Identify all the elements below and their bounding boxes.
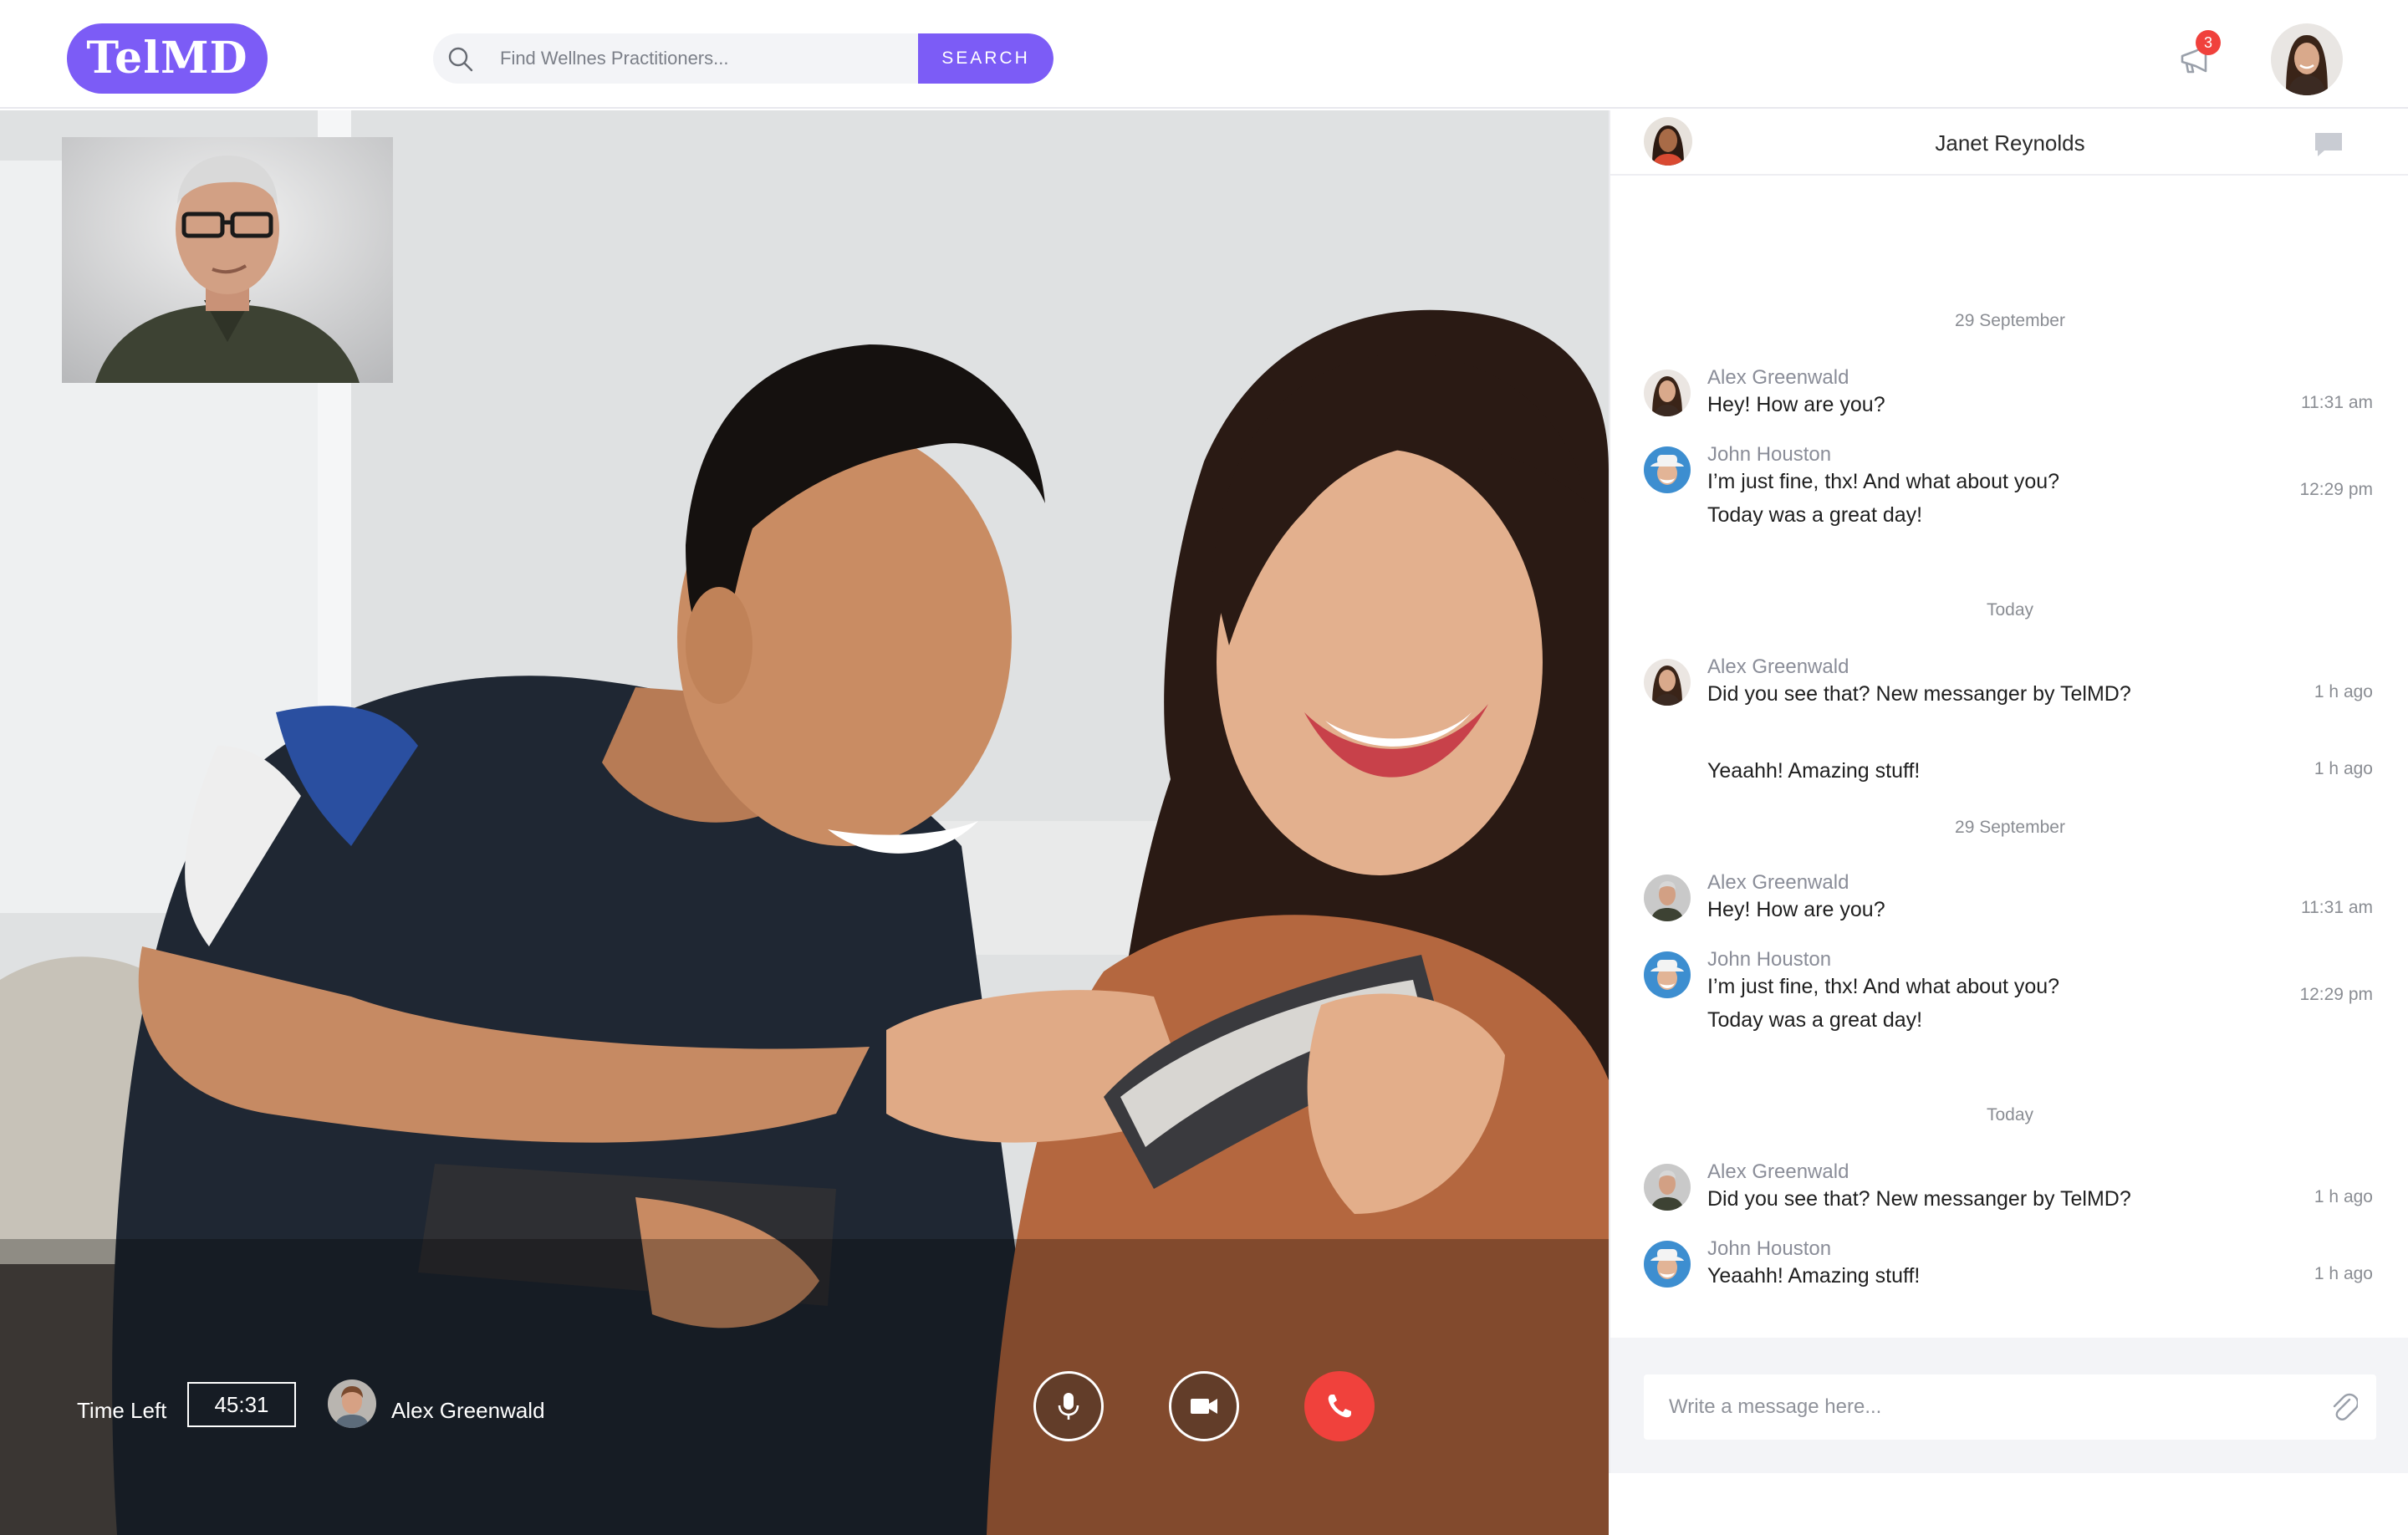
message-text: I’m just fine, thx! And what about you? — [1707, 975, 2060, 998]
message-timestamp: 1 h ago — [2314, 1187, 2373, 1206]
notification-badge: 3 — [2196, 30, 2221, 55]
message-text: I’m just fine, thx! And what about you? — [1707, 470, 2060, 493]
phone-icon — [1328, 1395, 1351, 1418]
message-text: Yeaahh! Amazing stuff! — [1707, 1264, 1921, 1288]
message-avatar — [1644, 1241, 1691, 1288]
microphone-button[interactable] — [1033, 1371, 1104, 1441]
message-sender: John Houston — [1707, 948, 1832, 971]
message-text: Hey! How are you? — [1707, 898, 1885, 921]
telmd-logo[interactable]: TelMD — [67, 23, 268, 94]
message-timestamp: 11:31 am — [2301, 898, 2373, 917]
self-view-video[interactable] — [62, 137, 393, 383]
message-avatar — [1644, 370, 1691, 416]
chat-panel: Janet Reynolds 29 September Alex Greenwal… — [1609, 110, 2408, 1473]
time-left-value: 45:31 — [187, 1382, 296, 1427]
date-separator: Today — [1986, 1105, 2034, 1124]
message-avatar — [1644, 446, 1691, 493]
message-avatar — [1644, 875, 1691, 921]
video-camera-icon — [1191, 1399, 1217, 1414]
message-sender: Alex Greenwald — [1707, 871, 1849, 894]
message-avatar — [1644, 951, 1691, 998]
chat-composer — [1610, 1338, 2408, 1473]
camera-button[interactable] — [1169, 1371, 1239, 1441]
message-timestamp: 11:31 am — [2301, 393, 2373, 412]
message-timestamp: 12:29 pm — [2299, 480, 2373, 499]
search-input[interactable] — [500, 33, 851, 84]
top-bar: TelMD SEARCH 3 — [0, 0, 2408, 109]
chat-header: Janet Reynolds — [1610, 110, 2408, 176]
message-sender: John Houston — [1707, 443, 1832, 466]
message-sender: Alex Greenwald — [1707, 366, 1849, 389]
message-sender: John Houston — [1707, 1237, 1832, 1260]
search-button[interactable]: SEARCH — [918, 33, 1054, 84]
message-avatar — [1644, 1164, 1691, 1211]
message-timestamp: 1 h ago — [2314, 1264, 2373, 1283]
caller-avatar — [328, 1379, 376, 1428]
message-sender: Alex Greenwald — [1707, 1160, 1849, 1183]
message-text: Did you see that? New messanger by TelMD… — [1707, 682, 2131, 706]
message-input[interactable] — [1644, 1374, 2376, 1440]
message-text: Hey! How are you? — [1707, 393, 1885, 416]
user-avatar[interactable] — [2271, 23, 2343, 95]
message-text: Did you see that? New messanger by TelMD… — [1707, 1187, 2131, 1211]
end-call-button[interactable] — [1304, 1371, 1375, 1441]
message-text: Today was a great day! — [1707, 1008, 1923, 1032]
message-sender: Alex Greenwald — [1707, 655, 1849, 678]
chat-bubble-icon[interactable] — [2313, 130, 2344, 159]
message-avatar — [1644, 659, 1691, 706]
message-timestamp: 1 h ago — [2314, 759, 2373, 778]
message-text: Yeaahh! Amazing stuff! — [1707, 759, 1921, 783]
message-timestamp: 12:29 pm — [2299, 985, 2373, 1004]
caller-name: Alex Greenwald — [391, 1398, 545, 1423]
message-text: Today was a great day! — [1707, 503, 1923, 527]
video-call-stream: Time Left 45:31 Alex Greenwald — [0, 110, 1609, 1535]
microphone-icon — [1058, 1393, 1079, 1420]
search-bar: SEARCH — [433, 33, 1054, 84]
search-icon — [448, 47, 473, 72]
date-separator: 29 September — [1955, 818, 2065, 837]
date-separator: 29 September — [1955, 311, 2065, 330]
message-timestamp: 1 h ago — [2314, 682, 2373, 701]
date-separator: Today — [1986, 600, 2034, 620]
paperclip-icon[interactable] — [2329, 1391, 2358, 1423]
contact-name: Janet Reynolds — [1935, 130, 2085, 156]
time-left-label: Time Left — [77, 1398, 167, 1423]
